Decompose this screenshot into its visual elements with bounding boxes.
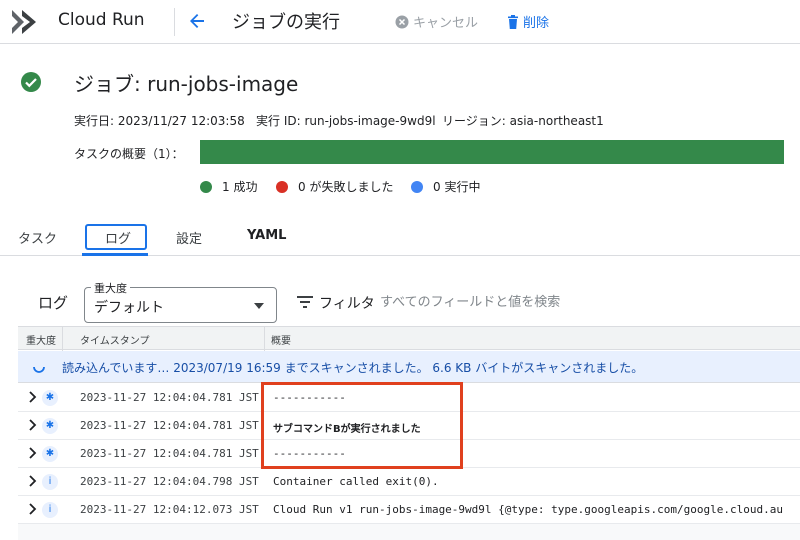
back-arrow-icon[interactable] — [186, 10, 208, 32]
cancel-button[interactable]: キャンセル — [395, 12, 478, 31]
legend-running-label: 0 実行中 — [433, 180, 481, 194]
failed-dot-icon — [276, 180, 288, 193]
success-check-icon — [21, 72, 41, 92]
log-summary: ----------- — [273, 391, 346, 404]
tab-tasks[interactable]: タスク — [18, 228, 57, 247]
chevron-right-icon[interactable] — [28, 503, 38, 515]
legend-success-label: 1 成功 — [222, 180, 258, 194]
tab-settings[interactable]: 設定 — [176, 228, 202, 247]
task-progress-bar — [200, 140, 784, 164]
loading-spinner-icon — [33, 366, 45, 373]
product-name[interactable]: Cloud Run — [58, 10, 145, 30]
top-bar: Cloud Run ジョブの実行 キャンセル 削除 — [0, 0, 800, 44]
log-timestamp: 2023-11-27 12:04:04.781 JST — [80, 391, 259, 404]
page-title: ジョブの実行 — [232, 12, 340, 33]
column-severity[interactable]: 重大度 — [26, 332, 56, 347]
severity-dropdown[interactable]: 重大度 デフォルト — [84, 280, 277, 323]
loading-banner: 読み込んでいます… 2023/07/19 16:59 までスキャンされました。 … — [18, 351, 800, 383]
running-dot-icon — [411, 180, 423, 193]
log-timestamp: 2023-11-27 12:04:04.798 JST — [80, 475, 259, 488]
chevron-right-icon[interactable] — [28, 475, 38, 487]
column-timestamp[interactable]: タイムスタンプ — [80, 332, 150, 347]
task-progress-fill — [200, 140, 784, 164]
debug-icon: ✱ — [42, 446, 58, 462]
delete-label: 削除 — [523, 16, 550, 31]
severity-dropdown-label: 重大度 — [91, 280, 130, 296]
log-summary: ----------- — [273, 447, 346, 460]
cancel-icon — [395, 15, 409, 28]
log-summary: Cloud Run v1 run-jobs-image-9wd9l {@type… — [273, 503, 783, 516]
legend-success: 1 成功 — [200, 178, 257, 195]
info-icon: i — [42, 502, 58, 518]
log-table-header: 重大度 タイムスタンプ 概要 — [18, 326, 800, 351]
task-summary-label: タスクの概要（1）： — [74, 147, 184, 161]
log-summary: Container called exit(0). — [273, 475, 439, 488]
log-summary: サブコマンドBが実行されました — [273, 424, 421, 435]
column-summary[interactable]: 概要 — [271, 332, 291, 347]
filter-icon[interactable] — [297, 295, 313, 309]
log-row[interactable]: ✱ 2023-11-27 12:04:04.781 JST ----------… — [18, 440, 800, 468]
loading-text: 読み込んでいます… 2023/07/19 16:59 までスキャンされました。 … — [62, 361, 644, 375]
chevron-right-icon[interactable] — [28, 391, 38, 403]
success-dot-icon — [200, 180, 212, 193]
tab-yaml[interactable]: YAML — [247, 228, 286, 243]
cancel-label: キャンセル — [413, 16, 479, 31]
filter-label[interactable]: フィルタ — [319, 293, 375, 313]
cloud-run-logo-icon[interactable] — [10, 8, 44, 36]
table-bottom-strip — [18, 524, 800, 540]
region: リージョン: asia-northeast1 — [442, 114, 604, 128]
log-row[interactable]: i 2023-11-27 12:04:04.798 JST Container … — [18, 468, 800, 496]
filter-search-input[interactable] — [380, 292, 680, 312]
info-icon: i — [42, 474, 58, 490]
caret-down-icon — [254, 303, 264, 309]
severity-dropdown-value: デフォルト — [94, 300, 164, 316]
tab-active-indicator — [82, 253, 148, 256]
column-divider — [62, 327, 63, 351]
logs-heading: ログ — [38, 294, 69, 312]
tab-bar: タスク ログ 設定 YAML — [0, 216, 800, 256]
chevron-right-icon[interactable] — [28, 447, 38, 459]
delete-button[interactable]: 削除 — [507, 12, 549, 31]
log-row[interactable]: i 2023-11-27 12:04:12.073 JST Cloud Run … — [18, 496, 800, 524]
tab-logs[interactable]: ログ — [105, 228, 131, 247]
legend-failed-label: 0 が失敗しました — [298, 180, 394, 194]
log-row[interactable]: ✱ 2023-11-27 12:04:04.781 JST ----------… — [18, 384, 800, 412]
chevron-right-icon[interactable] — [28, 419, 38, 431]
trash-icon — [508, 14, 518, 29]
legend-failed: 0 が失敗しました — [276, 178, 393, 195]
log-timestamp: 2023-11-27 12:04:04.781 JST — [80, 419, 259, 432]
column-divider — [264, 327, 265, 351]
job-title: ジョブ: run-jobs-image — [74, 72, 299, 96]
header-divider — [174, 8, 175, 36]
log-timestamp: 2023-11-27 12:04:04.781 JST — [80, 447, 259, 460]
executed-at: 実行日: 2023/11/27 12:03:58 — [74, 114, 245, 128]
debug-icon: ✱ — [42, 390, 58, 406]
execution-id: 実行 ID: run-jobs-image-9wd9l — [256, 114, 436, 128]
log-timestamp: 2023-11-27 12:04:12.073 JST — [80, 503, 259, 516]
legend-running: 0 実行中 — [411, 178, 480, 195]
log-row[interactable]: ✱ 2023-11-27 12:04:04.781 JST サブコマンドBが実行… — [18, 412, 800, 440]
debug-icon: ✱ — [42, 418, 58, 434]
